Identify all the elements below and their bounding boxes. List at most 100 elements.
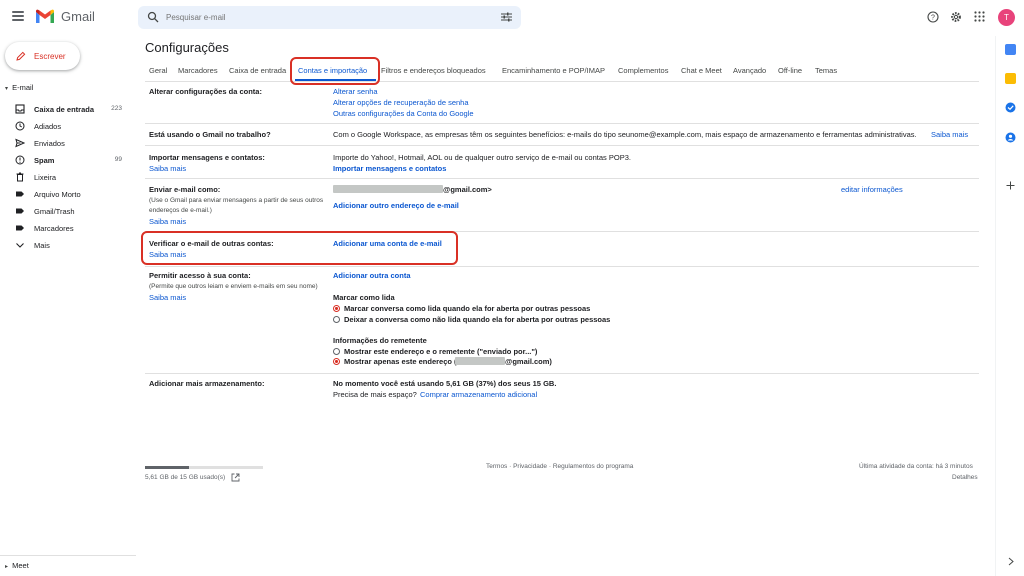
tab-inbox[interactable]: Caixa de entrada [229,66,286,75]
mark-read-option-2[interactable]: Deixar a conversa como não lida quando e… [344,315,610,324]
storage-usage-text: No momento você está usando 5,61 GB (37%… [333,379,557,388]
row-label-storage: Adicionar mais armazenamento: [149,379,265,388]
compose-label: Escrever [34,52,66,61]
details-link[interactable]: Detalhes [952,474,978,481]
workspace-text: Com o Google Workspace, as empresas têm … [333,130,917,139]
nav-item-label: Lixeira [34,173,57,182]
storage-progress-bar [145,466,263,469]
add-addon-icon[interactable] [1006,181,1015,190]
search-icon[interactable] [147,11,159,23]
send-as-learn-more-link[interactable]: Saiba mais [149,217,186,226]
search-input[interactable] [166,10,486,25]
app-name[interactable]: Gmail [61,9,95,24]
mark-read-radio-2[interactable] [333,316,340,323]
caret-down-icon: ▾ [5,86,9,92]
nav-item-gmail-trash-label[interactable]: Gmail/Trash [0,203,132,219]
calendar-icon[interactable] [1005,44,1016,55]
tab-themes[interactable]: Temas [815,66,837,75]
spam-count: 99 [114,156,122,163]
meet-section-toggle[interactable]: ▸ Meet [5,561,29,570]
tab-addons[interactable]: Complementos [618,66,668,75]
search-options-icon[interactable] [501,12,512,22]
nav-item-trash[interactable]: Lixeira [0,169,132,185]
help-icon[interactable]: ? [927,11,939,23]
sender-info-title: Informações do remetente [333,336,427,345]
highlight-box-tab [290,57,380,85]
nav-item-snoozed[interactable]: Adiados [0,118,132,134]
nav-item-labels[interactable]: Marcadores [0,220,132,236]
row-label-import: Importar mensagens e contatos: [149,153,265,162]
row-divider [145,266,979,267]
spam-icon [15,155,25,165]
account-avatar[interactable]: T [998,9,1015,26]
mark-read-title: Marcar como lida [333,293,395,302]
settings-gear-icon[interactable] [950,11,962,23]
add-another-account-link[interactable]: Adicionar outra conta [333,271,411,280]
nav-item-label: Adiados [34,122,62,131]
caret-right-icon: ▸ [5,564,9,570]
nav-item-archive-label[interactable]: Arquivo Morto [0,186,132,202]
label-icon [16,208,24,214]
mark-read-option-1[interactable]: Marcar conversa como lida quando ela for… [344,304,590,313]
sender-info-radio-1[interactable] [333,348,340,355]
buy-storage-link[interactable]: Comprar armazenamento adicional [420,390,537,399]
sender-info-option-1[interactable]: Mostrar este endereço e o remetente ("en… [344,347,537,356]
chevron-down-icon [16,243,24,248]
mail-section-label: E-mail [12,83,34,92]
nav-item-label: Arquivo Morto [34,190,81,199]
nav-item-inbox[interactable]: Caixa de entrada 223 [0,101,132,117]
contacts-icon[interactable] [1005,132,1016,143]
send-as-email: @gmail.com> [443,185,492,194]
import-messages-link[interactable]: Importar mensagens e contatos [333,164,446,173]
row-divider [145,145,979,146]
row-divider [145,178,979,179]
keep-icon[interactable] [1005,73,1016,84]
nav-item-spam[interactable]: Spam 99 [0,152,132,168]
footer-links[interactable]: Termos · Privacidade · Regulamentos do p… [486,463,633,470]
tab-chat-meet[interactable]: Chat e Meet [681,66,722,75]
tab-forwarding[interactable]: Encaminhamento e POP/IMAP [502,66,605,75]
clock-icon [15,121,25,131]
nav-item-sent[interactable]: Enviados [0,135,132,151]
workspace-learn-more-link[interactable]: Saiba mais [931,130,968,139]
row-divider [145,123,979,124]
nav-divider [0,555,136,556]
compose-button[interactable]: Escrever [5,42,80,70]
last-activity: Última atividade da conta: há 3 minutos [859,463,973,470]
page-title: Configurações [145,40,229,55]
storage-question: Precisa de mais espaço? [333,390,417,399]
highlight-box-check-mail [141,231,458,265]
add-email-address-link[interactable]: Adicionar outro endereço de e-mail [333,201,459,210]
open-external-icon[interactable] [231,473,240,482]
send-as-description: (Use o Gmail para enviar mensagens a par… [149,197,324,214]
nav-item-label: Enviados [34,139,65,148]
row-divider [145,373,979,374]
import-text: Importe do Yahoo!, Hotmail, AOL ou de qu… [333,153,631,162]
storage-progress-fill [145,466,189,469]
google-account-settings-link[interactable]: Outras configurações da Conta do Google [333,109,474,118]
change-recovery-link[interactable]: Alterar opções de recuperação de senha [333,98,469,107]
label-icon [16,191,24,197]
search-bar[interactable] [138,6,521,29]
tab-offline[interactable]: Off-line [778,66,802,75]
nav-item-more[interactable]: Mais [0,237,132,253]
mark-read-radio-1[interactable] [333,305,340,312]
edit-info-link[interactable]: editar informações [841,185,903,194]
main-menu-icon[interactable] [12,11,24,21]
gmail-logo-icon[interactable] [35,9,55,24]
tab-filters[interactable]: Filtros e endereços bloqueados [381,66,486,75]
row-label-send-as: Enviar e-mail como: [149,185,221,194]
tasks-icon[interactable] [1005,102,1016,113]
meet-label: Meet [12,561,29,570]
sender-info-radio-2[interactable] [333,358,340,365]
tab-labels[interactable]: Marcadores [178,66,218,75]
grant-access-learn-more-link[interactable]: Saiba mais [149,293,186,302]
tab-general[interactable]: Geral [149,66,167,75]
tab-advanced[interactable]: Avançado [733,66,766,75]
change-password-link[interactable]: Alterar senha [333,87,378,96]
apps-grid-icon[interactable] [974,11,985,22]
chevron-right-icon[interactable] [1008,557,1014,566]
import-learn-more-link[interactable]: Saiba mais [149,164,186,173]
mail-section-toggle[interactable]: ▾ E-mail [5,83,33,92]
sender-info-option-2[interactable]: Mostrar apenas este endereço ( [344,357,457,366]
